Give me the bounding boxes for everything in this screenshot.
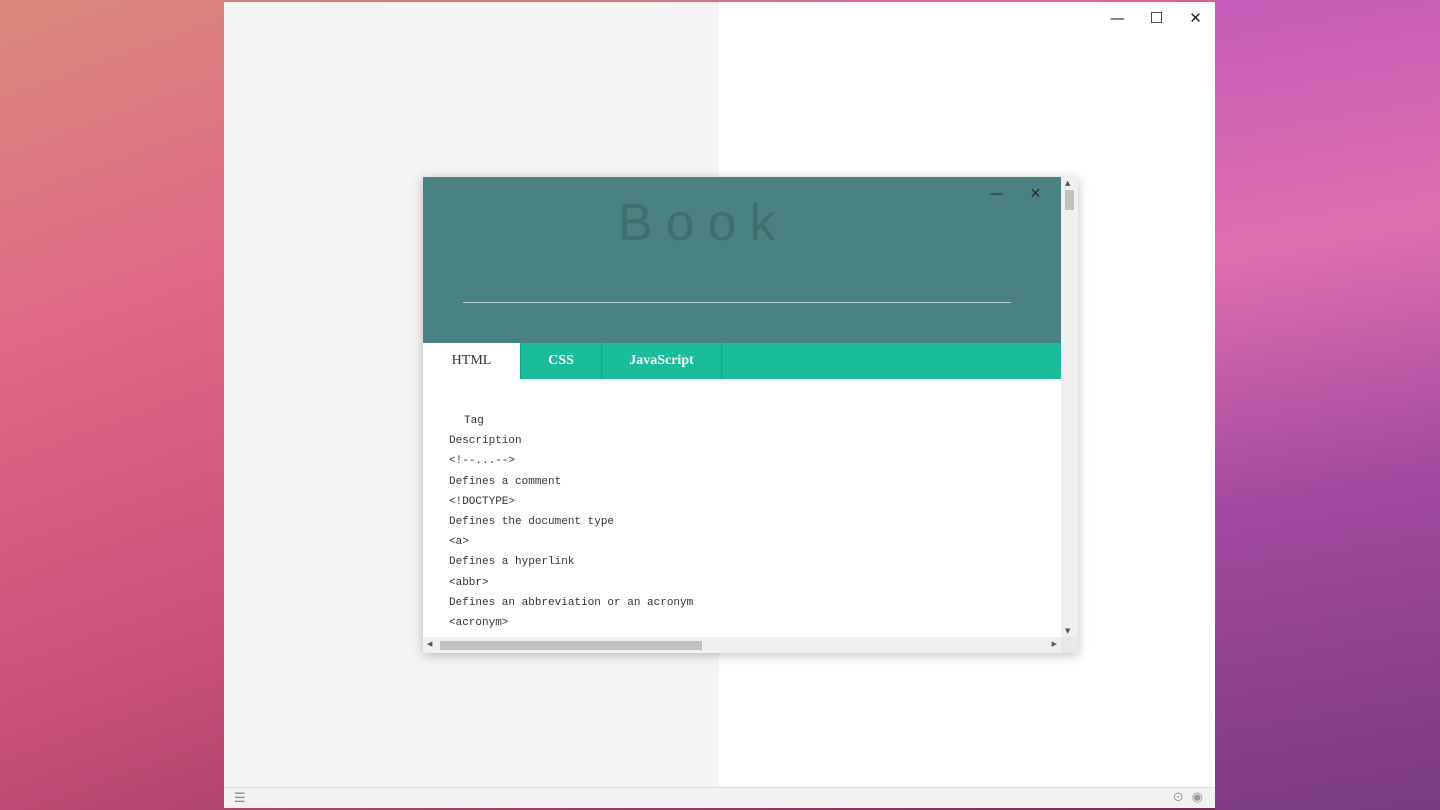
status-icons: ⊙ ◉ [1173, 790, 1203, 805]
book-window-controls: — ✕ [977, 183, 1055, 205]
record-icon[interactable]: ⊙ [1173, 790, 1184, 805]
book-window: Book — ✕ HTML CSS JavaScript Tag Descrip… [423, 177, 1078, 653]
content-line: <acronym> [449, 616, 509, 629]
content-line: <a> [449, 536, 469, 549]
minimize-button[interactable]: — [1098, 2, 1137, 34]
scrollbar-corner [1061, 637, 1078, 653]
status-bar: ☰ ⊙ ◉ [224, 787, 1215, 808]
tab-bar: HTML CSS JavaScript [423, 343, 1061, 379]
content-line: <!--...--> [449, 455, 516, 468]
maximize-button[interactable]: ☐ [1137, 2, 1176, 34]
tab-javascript[interactable]: JavaScript [602, 343, 722, 379]
tab-css[interactable]: CSS [521, 343, 602, 379]
scroll-down-icon[interactable]: ▼ [1065, 627, 1070, 635]
content-line: Defines a hyperlink [449, 556, 575, 569]
book-header: Book — ✕ [423, 177, 1061, 343]
content-line: Tag [464, 415, 484, 427]
content-line: Defines the document type [449, 515, 615, 528]
vertical-scroll-thumb[interactable] [1065, 190, 1074, 210]
book-close-button[interactable]: ✕ [1016, 183, 1055, 205]
content-line: <!DOCTYPE> [449, 495, 516, 508]
content-line: Description [449, 435, 522, 448]
menu-icon[interactable]: ☰ [234, 791, 246, 806]
desktop-background [1215, 0, 1440, 810]
content-line: Defines an abbreviation or an acronym [449, 596, 694, 609]
content-line: Defines a comment [449, 475, 562, 488]
book-minimize-button[interactable]: — [977, 183, 1016, 205]
content-area: Tag Description <!--...--> Defines a com… [423, 379, 1061, 637]
horizontal-scrollbar[interactable]: ◀ ▶ [423, 637, 1061, 653]
eye-icon[interactable]: ◉ [1192, 790, 1203, 805]
tab-html[interactable]: HTML [423, 343, 521, 379]
scroll-up-icon[interactable]: ▲ [1065, 179, 1070, 187]
content-line: <abbr> [449, 576, 489, 589]
close-button[interactable]: ✕ [1176, 2, 1215, 34]
book-title: Book [618, 194, 789, 252]
header-divider [463, 302, 1011, 303]
vertical-scrollbar[interactable]: ▲ ▼ [1061, 177, 1078, 637]
horizontal-scroll-thumb[interactable] [440, 641, 702, 650]
scroll-left-icon[interactable]: ◀ [427, 640, 432, 648]
scroll-right-icon[interactable]: ▶ [1052, 640, 1057, 648]
window-controls: — ☐ ✕ [1098, 2, 1215, 34]
